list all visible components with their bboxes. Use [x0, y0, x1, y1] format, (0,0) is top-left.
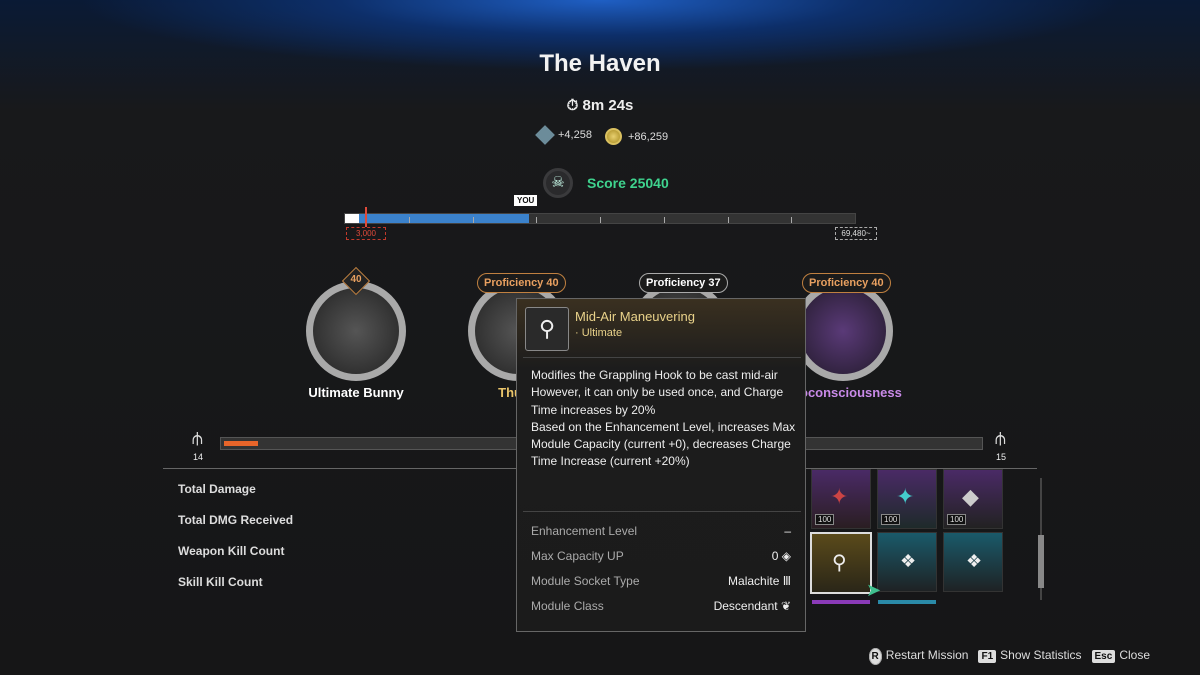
weapon-3-proficiency: Proficiency 40 [802, 273, 891, 293]
socket-indicator [812, 600, 870, 604]
score: Score 25040 [587, 175, 669, 191]
stopwatch-icon: ⏱ [566, 97, 583, 114]
reward-crystal: +4,258 [535, 125, 592, 145]
module-slot[interactable]: ◆ 100 [943, 469, 1003, 529]
mission-title: The Haven [539, 50, 661, 77]
min-threshold-label: 3,000 [346, 227, 386, 240]
grapple-icon: ⚲ [525, 307, 569, 351]
tooltip-module-name: Mid-Air Maneuvering [575, 309, 695, 324]
stat-weapon-kill-count: Weapon Kill Count [178, 544, 285, 558]
reward-gold: +86,259 [605, 128, 668, 145]
capacity-max: 15 [996, 452, 1007, 462]
module-icon: ❖ [900, 551, 917, 571]
capacity-icon: ⫛ [192, 428, 203, 448]
close-button[interactable]: Esc Close [1091, 648, 1150, 663]
socket-indicator [878, 600, 936, 604]
tooltip-module-type: · Ultimate [575, 327, 623, 339]
key-r: R [868, 648, 882, 665]
progress-tick [600, 217, 601, 223]
weapon-3-portrait[interactable] [793, 281, 893, 381]
progress-tick [791, 217, 793, 223]
descendant-portrait[interactable] [306, 281, 406, 381]
module-slot-selected[interactable]: ⚲ [810, 532, 872, 594]
weapon-3-name: oconsciousness [800, 385, 902, 400]
progress-tick [472, 217, 474, 223]
max-threshold-label: 69,480~ [835, 227, 877, 240]
tooltip-description: Modifies the Grappling Hook to be cast m… [531, 368, 796, 469]
progress-tick [727, 217, 729, 223]
module-slot[interactable]: ✦ 100 [811, 469, 871, 529]
stat-total-damage: Total Damage [178, 482, 256, 496]
module-tooltip: ⚲ Mid-Air Maneuvering · Ultimate Modifie… [516, 298, 806, 632]
mission-timer: ⏱ 8m 24s [566, 97, 634, 114]
key-f1: F1 [978, 650, 997, 663]
key-esc: Esc [1091, 650, 1116, 663]
weapon-2-proficiency: Proficiency 37 [639, 273, 728, 293]
grapple-icon: ⚲ [832, 552, 847, 574]
score-progress-fill [345, 214, 529, 223]
weapon-1-proficiency: Proficiency 40 [477, 273, 566, 293]
footer-actions: R Restart Mission F1 Show Statistics Esc Cl… [868, 648, 1150, 665]
module-capacity-fill [224, 441, 259, 446]
module-icon: ✦ [830, 484, 849, 509]
min-threshold-marker [365, 207, 367, 227]
stat-total-dmg-received: Total DMG Received [178, 513, 294, 527]
mouse-cursor: ➤ [866, 580, 882, 600]
prop-socket-type: Module Socket Type Malachite Ⅲ [531, 574, 791, 588]
prop-enhancement-level: Enhancement Level – [531, 524, 791, 538]
skull-score-icon: ☠ [543, 168, 573, 198]
module-slot[interactable]: ✦ 100 [877, 469, 937, 529]
module-icon: ✦ [896, 484, 915, 509]
restart-mission-button[interactable]: R Restart Mission [868, 648, 968, 665]
progress-tick [663, 217, 665, 223]
divider [523, 357, 801, 358]
capacity-current: 14 [193, 452, 204, 462]
module-slot[interactable]: ❖ [943, 532, 1003, 592]
module-icon: ❖ [966, 551, 983, 571]
show-statistics-button[interactable]: F1 Show Statistics [978, 648, 1082, 663]
scrollbar-thumb[interactable] [1038, 535, 1044, 588]
progress-tick [408, 217, 410, 223]
you-marker: YOU [514, 195, 538, 206]
crystal-icon [535, 125, 555, 145]
progress-tick [536, 217, 538, 223]
prop-module-class: Module Class Descendant ❦ [531, 599, 791, 613]
level-value: 40 [350, 274, 362, 285]
prop-max-capacity-up: Max Capacity UP 0 ◈ [531, 549, 791, 563]
capacity-max-icon: ⫛ [995, 428, 1006, 448]
module-icon: ◆ [962, 484, 979, 509]
progress-start [345, 214, 359, 223]
descendant-name: Ultimate Bunny [308, 385, 404, 400]
gold-coin-icon [605, 128, 622, 145]
divider [523, 511, 801, 512]
module-slot[interactable]: ❖ [877, 532, 937, 592]
score-progress-bar [344, 213, 856, 224]
stat-skill-kill-count: Skill Kill Count [178, 575, 263, 589]
